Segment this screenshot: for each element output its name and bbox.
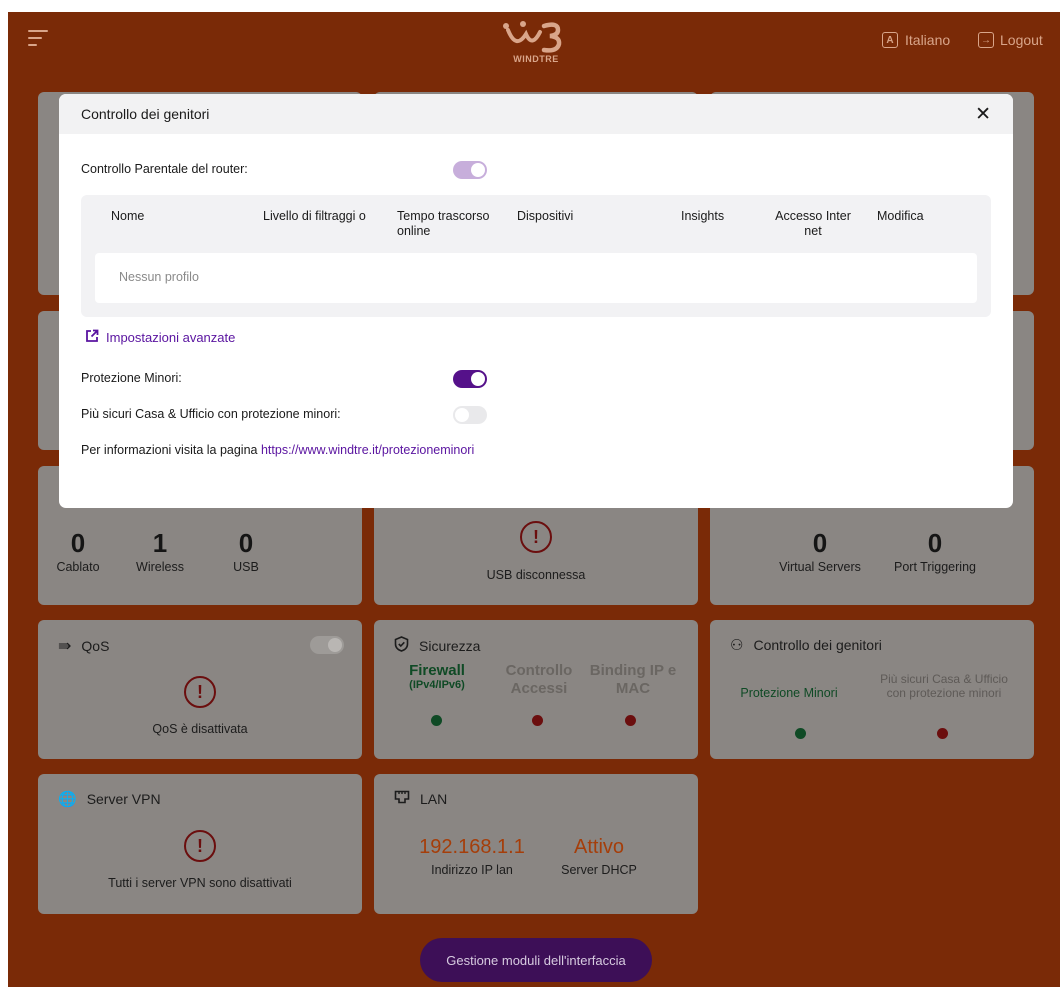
app-backdrop: WINDTRE A Italiano → Logout 0 Cablato 1 … <box>8 12 1060 987</box>
parental-title: ⚇ Controllo dei genitori <box>730 637 882 654</box>
language-selector[interactable]: A Italiano <box>882 32 950 48</box>
parental-item-safer: Più sicuri Casa & Ufficio con protezione… <box>880 672 1008 701</box>
count-port-triggering: 0 Port Triggering <box>894 528 976 574</box>
modal-header: Controllo dei genitori ✕ <box>59 94 1013 134</box>
menu-icon[interactable] <box>28 30 50 48</box>
minor-protection-toggle[interactable] <box>453 370 487 388</box>
family-icon: ⚇ <box>730 637 744 654</box>
logout-label: Logout <box>1000 32 1043 48</box>
minor-protection-label: Protezione Minori: <box>81 371 182 385</box>
shield-icon <box>394 636 409 655</box>
lan-ip: 192.168.1.1 Indirizzo IP lan <box>419 836 525 877</box>
safer-home-office-label: Più sicuri Casa & Ufficio con protezione… <box>81 407 341 421</box>
info-prefix: Per informazioni visita la pagina <box>81 443 258 457</box>
language-label: Italiano <box>905 32 951 48</box>
vpn-status: Tutti i server VPN sono disattivati <box>108 876 292 890</box>
profiles-table: Nome Livello di filtraggi o Tempo trasco… <box>81 195 991 317</box>
language-icon: A <box>882 32 898 48</box>
protection-info-link[interactable]: https://www.windtre.it/protezioneminori <box>261 443 474 457</box>
count-wired: 0 Cablato <box>56 528 100 574</box>
col-insights: Insights <box>681 209 725 223</box>
qos-status: QoS è disattivata <box>152 722 248 736</box>
safer-home-office-toggle[interactable] <box>453 406 487 424</box>
logout-button[interactable]: → Logout <box>978 32 1043 48</box>
qos-icon: ⇛ <box>58 638 72 655</box>
advanced-settings-link[interactable]: Impostazioni avanzate <box>85 329 235 346</box>
router-parental-toggle[interactable] <box>453 161 487 179</box>
qos-toggle[interactable] <box>310 636 344 654</box>
ethernet-icon <box>394 790 410 807</box>
security-item-ip-mac-binding: Binding IP e MAC <box>589 662 677 697</box>
usb-status: USB disconnessa <box>486 568 586 582</box>
vpn-title: 🌐 Server VPN <box>58 791 161 808</box>
modal-title: Controllo dei genitori <box>81 106 210 122</box>
col-internet-access: Accesso Inter net <box>775 209 851 238</box>
count-virtual-servers: 0 Virtual Servers <box>779 528 861 574</box>
parental-card[interactable]: ⚇ Controllo dei genitori Protezione Mino… <box>710 620 1034 759</box>
vpn-card[interactable]: 🌐 Server VPN ! Tutti i server VPN sono d… <box>38 774 362 914</box>
security-title: Sicurezza <box>394 636 480 655</box>
table-row: Nessun profilo <box>95 253 977 303</box>
warning-icon: ! <box>520 521 552 553</box>
logo-text: WINDTRE <box>513 54 559 64</box>
globe-icon: 🌐 <box>58 791 77 808</box>
windtre-logo: WINDTRE <box>496 20 576 72</box>
qos-title: ⇛ QoS <box>58 638 110 655</box>
status-error-icon <box>532 715 543 726</box>
lan-dhcp: Attivo Server DHCP <box>561 836 637 877</box>
security-item-firewall: Firewall (IPv4/IPv6) <box>409 662 465 691</box>
logout-icon: → <box>978 32 994 48</box>
col-filter-level: Livello di filtraggi o <box>263 209 366 223</box>
parental-control-modal: Controllo dei genitori ✕ Controllo Paren… <box>59 94 1013 508</box>
external-link-icon <box>85 329 99 346</box>
count-usb: 0 USB <box>233 528 259 574</box>
security-item-access-control: Controllo Accessi <box>505 662 573 697</box>
parental-item-minor-protection: Protezione Minori <box>740 686 838 700</box>
status-error-icon <box>937 728 948 739</box>
status-ok-icon <box>795 728 806 739</box>
status-error-icon <box>625 715 636 726</box>
empty-text: Nessun profilo <box>119 270 199 284</box>
warning-icon: ! <box>184 830 216 862</box>
col-time-online: Tempo trascorso online <box>397 209 490 238</box>
interface-modules-button[interactable]: Gestione moduli dell'interfaccia <box>420 938 652 982</box>
logo-icon <box>503 21 562 53</box>
lan-title: LAN <box>394 790 447 807</box>
router-parental-label: Controllo Parentale del router: <box>81 162 248 176</box>
count-wireless: 1 Wireless <box>136 528 184 574</box>
info-line: Per informazioni visita la pagina https:… <box>81 443 474 457</box>
security-card[interactable]: Sicurezza Firewall (IPv4/IPv6) Controllo… <box>374 620 698 759</box>
col-devices: Dispositivi <box>517 209 574 223</box>
lan-card[interactable]: LAN 192.168.1.1 Indirizzo IP lan Attivo … <box>374 774 698 914</box>
col-edit: Modifica <box>877 209 924 223</box>
qos-card[interactable]: ⇛ QoS ! QoS è disattivata <box>38 620 362 759</box>
close-icon[interactable]: ✕ <box>975 103 991 126</box>
status-ok-icon <box>431 715 442 726</box>
warning-icon: ! <box>184 676 216 708</box>
col-name: Nome <box>111 209 145 223</box>
